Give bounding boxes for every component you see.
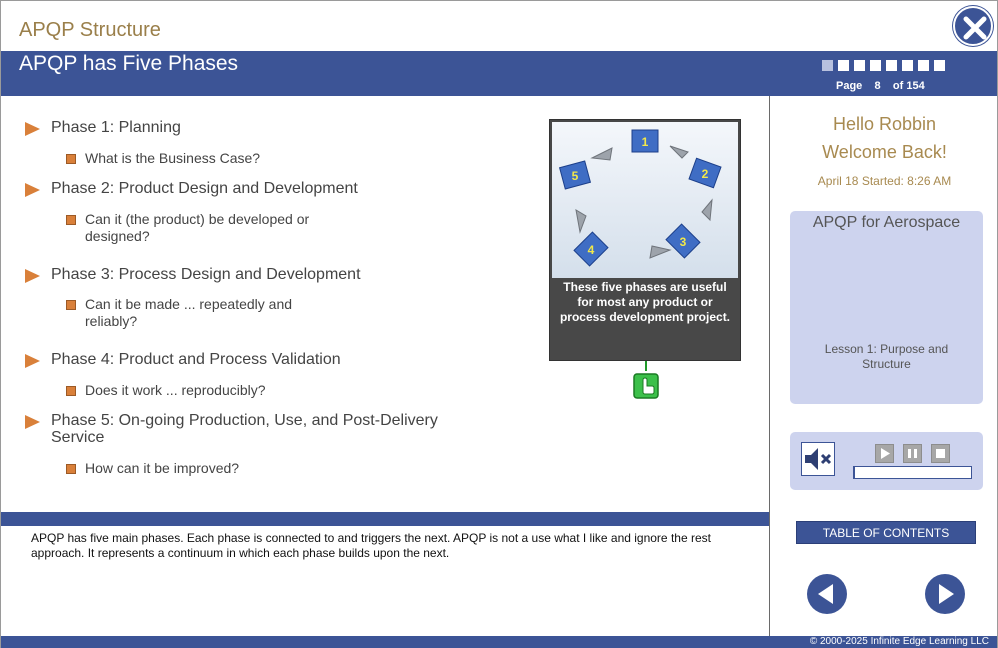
progress-dot (918, 60, 929, 71)
page-of-label: of (892, 80, 904, 92)
session-started: April 18 Started: 8:26 AM (817, 174, 952, 188)
phase-item: Phase 1: Planning (25, 119, 485, 136)
square-bullet-icon (66, 300, 76, 310)
next-page-button[interactable] (925, 574, 965, 614)
notes-divider-bar (1, 512, 769, 526)
page-total: 154 (906, 80, 925, 92)
cycle-number: 1 (642, 135, 649, 149)
mute-button[interactable] (801, 442, 835, 476)
progress-dot (870, 60, 881, 71)
greeting-welcome: Welcome Back! (822, 142, 947, 162)
progress-dots (822, 60, 945, 71)
phase-question: Can it be made ... repeatedly and reliab… (25, 296, 325, 330)
square-bullet-icon (66, 464, 76, 474)
page-counter: Page 8 of 154 (836, 80, 925, 92)
vertical-divider (769, 96, 770, 636)
figure-box: 1 2 3 4 5 These five phases are useful f… (549, 119, 741, 361)
close-button[interactable] (953, 6, 993, 46)
audio-controls (790, 432, 983, 490)
progress-dot (838, 60, 849, 71)
triangle-bullet-icon (25, 415, 40, 429)
greeting-hello: Hello Robbin (832, 114, 937, 134)
play-icon (881, 448, 890, 459)
phase-question: What is the Business Case? (25, 150, 385, 167)
progress-dot (822, 60, 833, 71)
phase-item: Phase 2: Product Design and Development (25, 180, 485, 197)
figure-caption: These five phases are useful for most an… (559, 280, 731, 324)
phase-list: Phase 1: Planning What is the Business C… (25, 117, 485, 477)
progress-dot (934, 60, 945, 71)
audio-progress-fill (854, 467, 856, 478)
phase-title: Phase 3: Process Design and Development (51, 266, 361, 283)
page-current: 8 (874, 80, 881, 92)
page-label: Page (836, 80, 863, 92)
footer-bar: © 2000-2025 Infinite Edge Learning LLC (1, 636, 997, 648)
phase-cycle-image: 1 2 3 4 5 (552, 122, 738, 278)
course-title: APQP Structure (19, 19, 161, 41)
slide-title: APQP has Five Phases (19, 52, 239, 75)
question-text: How can it be improved? (85, 460, 240, 476)
cycle-number: 4 (588, 243, 595, 257)
lesson-name: Lesson 1: Purpose and Structure (824, 342, 949, 371)
question-text: Does it work ... reproducibly? (85, 382, 266, 398)
lesson-course-title: APQP for Aerospace (812, 214, 961, 231)
play-button[interactable] (875, 444, 894, 463)
phase-question: How can it be improved? (25, 460, 385, 477)
arrow-right-icon (939, 584, 954, 604)
close-icon (963, 16, 987, 40)
phase-question: Does it work ... reproducibly? (25, 382, 385, 399)
phase-title: Phase 5: On-going Production, Use, and P… (51, 412, 438, 446)
audio-progress-bar[interactable] (853, 466, 972, 479)
progress-dot (886, 60, 897, 71)
question-text: Can it be made ... repeatedly and reliab… (85, 296, 293, 329)
cycle-number: 2 (702, 167, 709, 181)
lesson-panel: APQP for Aerospace Lesson 1: Purpose and… (790, 211, 983, 404)
triangle-bullet-icon (25, 354, 40, 368)
phase-cycle-graphic: 1 2 3 4 5 (558, 129, 722, 267)
triangle-bullet-icon (25, 122, 40, 136)
phase-title: Phase 1: Planning (51, 119, 181, 136)
phase-title: Phase 4: Product and Process Validation (51, 351, 341, 368)
question-text: Can it (the product) be developed or des… (85, 211, 310, 244)
pause-icon (908, 449, 917, 458)
pointer-hand-button[interactable] (632, 361, 660, 401)
square-bullet-icon (66, 215, 76, 225)
cycle-number: 3 (680, 235, 687, 249)
hand-pointer-icon (633, 361, 659, 399)
phase-question: Can it (the product) be developed or des… (25, 211, 355, 245)
speaker-muted-icon (805, 448, 832, 470)
progress-dot (854, 60, 865, 71)
previous-page-button[interactable] (807, 574, 847, 614)
pause-button[interactable] (903, 444, 922, 463)
question-text: What is the Business Case? (85, 150, 261, 166)
phase-title: Phase 2: Product Design and Development (51, 180, 358, 197)
progress-dot (902, 60, 913, 71)
greeting-panel: Hello Robbin Welcome Back! April 18 Star… (771, 110, 998, 188)
table-of-contents-button[interactable]: TABLE OF CONTENTS (796, 521, 976, 544)
phase-item: Phase 5: On-going Production, Use, and P… (25, 412, 465, 446)
cycle-number: 5 (572, 169, 579, 183)
square-bullet-icon (66, 154, 76, 164)
triangle-bullet-icon (25, 183, 40, 197)
square-bullet-icon (66, 386, 76, 396)
arrow-left-icon (818, 584, 833, 604)
phase-item: Phase 3: Process Design and Development (25, 266, 485, 283)
stop-button[interactable] (931, 444, 950, 463)
phase-item: Phase 4: Product and Process Validation (25, 351, 485, 368)
stop-icon (936, 449, 945, 458)
triangle-bullet-icon (25, 269, 40, 283)
slide-header: APQP has Five Phases Page 8 of 154 (1, 51, 997, 96)
copyright-notice: © 2000-2025 Infinite Edge Learning LLC (809, 636, 989, 647)
narration-notes: APQP has five main phases. Each phase is… (31, 531, 711, 560)
